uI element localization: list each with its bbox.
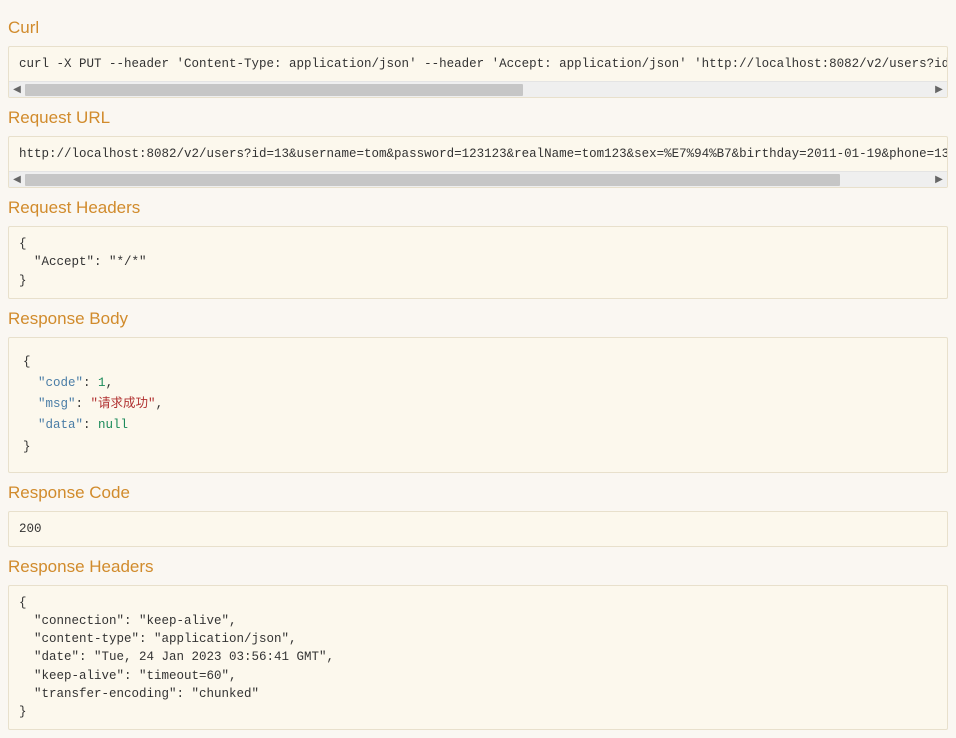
response-headers-block: { "connection": "keep-alive", "content-t… (8, 585, 948, 730)
scroll-left-icon[interactable]: ◀ (9, 172, 25, 188)
scroll-left-icon[interactable]: ◀ (9, 82, 25, 98)
curl-heading: Curl (8, 18, 948, 38)
curl-command: curl -X PUT --header 'Content-Type: appl… (9, 47, 947, 81)
response-headers-heading: Response Headers (8, 557, 948, 577)
request-url-scrollbar[interactable]: ◀ ▶ (9, 171, 947, 187)
scroll-right-icon[interactable]: ▶ (931, 172, 947, 188)
response-body-block: { "code": 1, "msg": "请求成功", "data": null… (8, 337, 948, 473)
curl-block: curl -X PUT --header 'Content-Type: appl… (8, 46, 948, 98)
response-code-heading: Response Code (8, 483, 948, 503)
request-headers-block: { "Accept": "*/*" } (8, 226, 948, 298)
request-url-value: http://localhost:8082/v2/users?id=13&use… (9, 137, 947, 171)
request-url-block: http://localhost:8082/v2/users?id=13&use… (8, 136, 948, 188)
request-headers-heading: Request Headers (8, 198, 948, 218)
scroll-right-icon[interactable]: ▶ (931, 82, 947, 98)
response-code-block: 200 (8, 511, 948, 547)
curl-scrollbar[interactable]: ◀ ▶ (9, 81, 947, 97)
scrollbar-thumb[interactable] (25, 84, 523, 96)
scrollbar-thumb[interactable] (25, 174, 840, 186)
scrollbar-track[interactable] (25, 82, 931, 97)
response-body-heading: Response Body (8, 309, 948, 329)
request-url-heading: Request URL (8, 108, 948, 128)
scrollbar-track[interactable] (25, 172, 931, 187)
response-body-json: { "code": 1, "msg": "请求成功", "data": null… (23, 352, 933, 458)
